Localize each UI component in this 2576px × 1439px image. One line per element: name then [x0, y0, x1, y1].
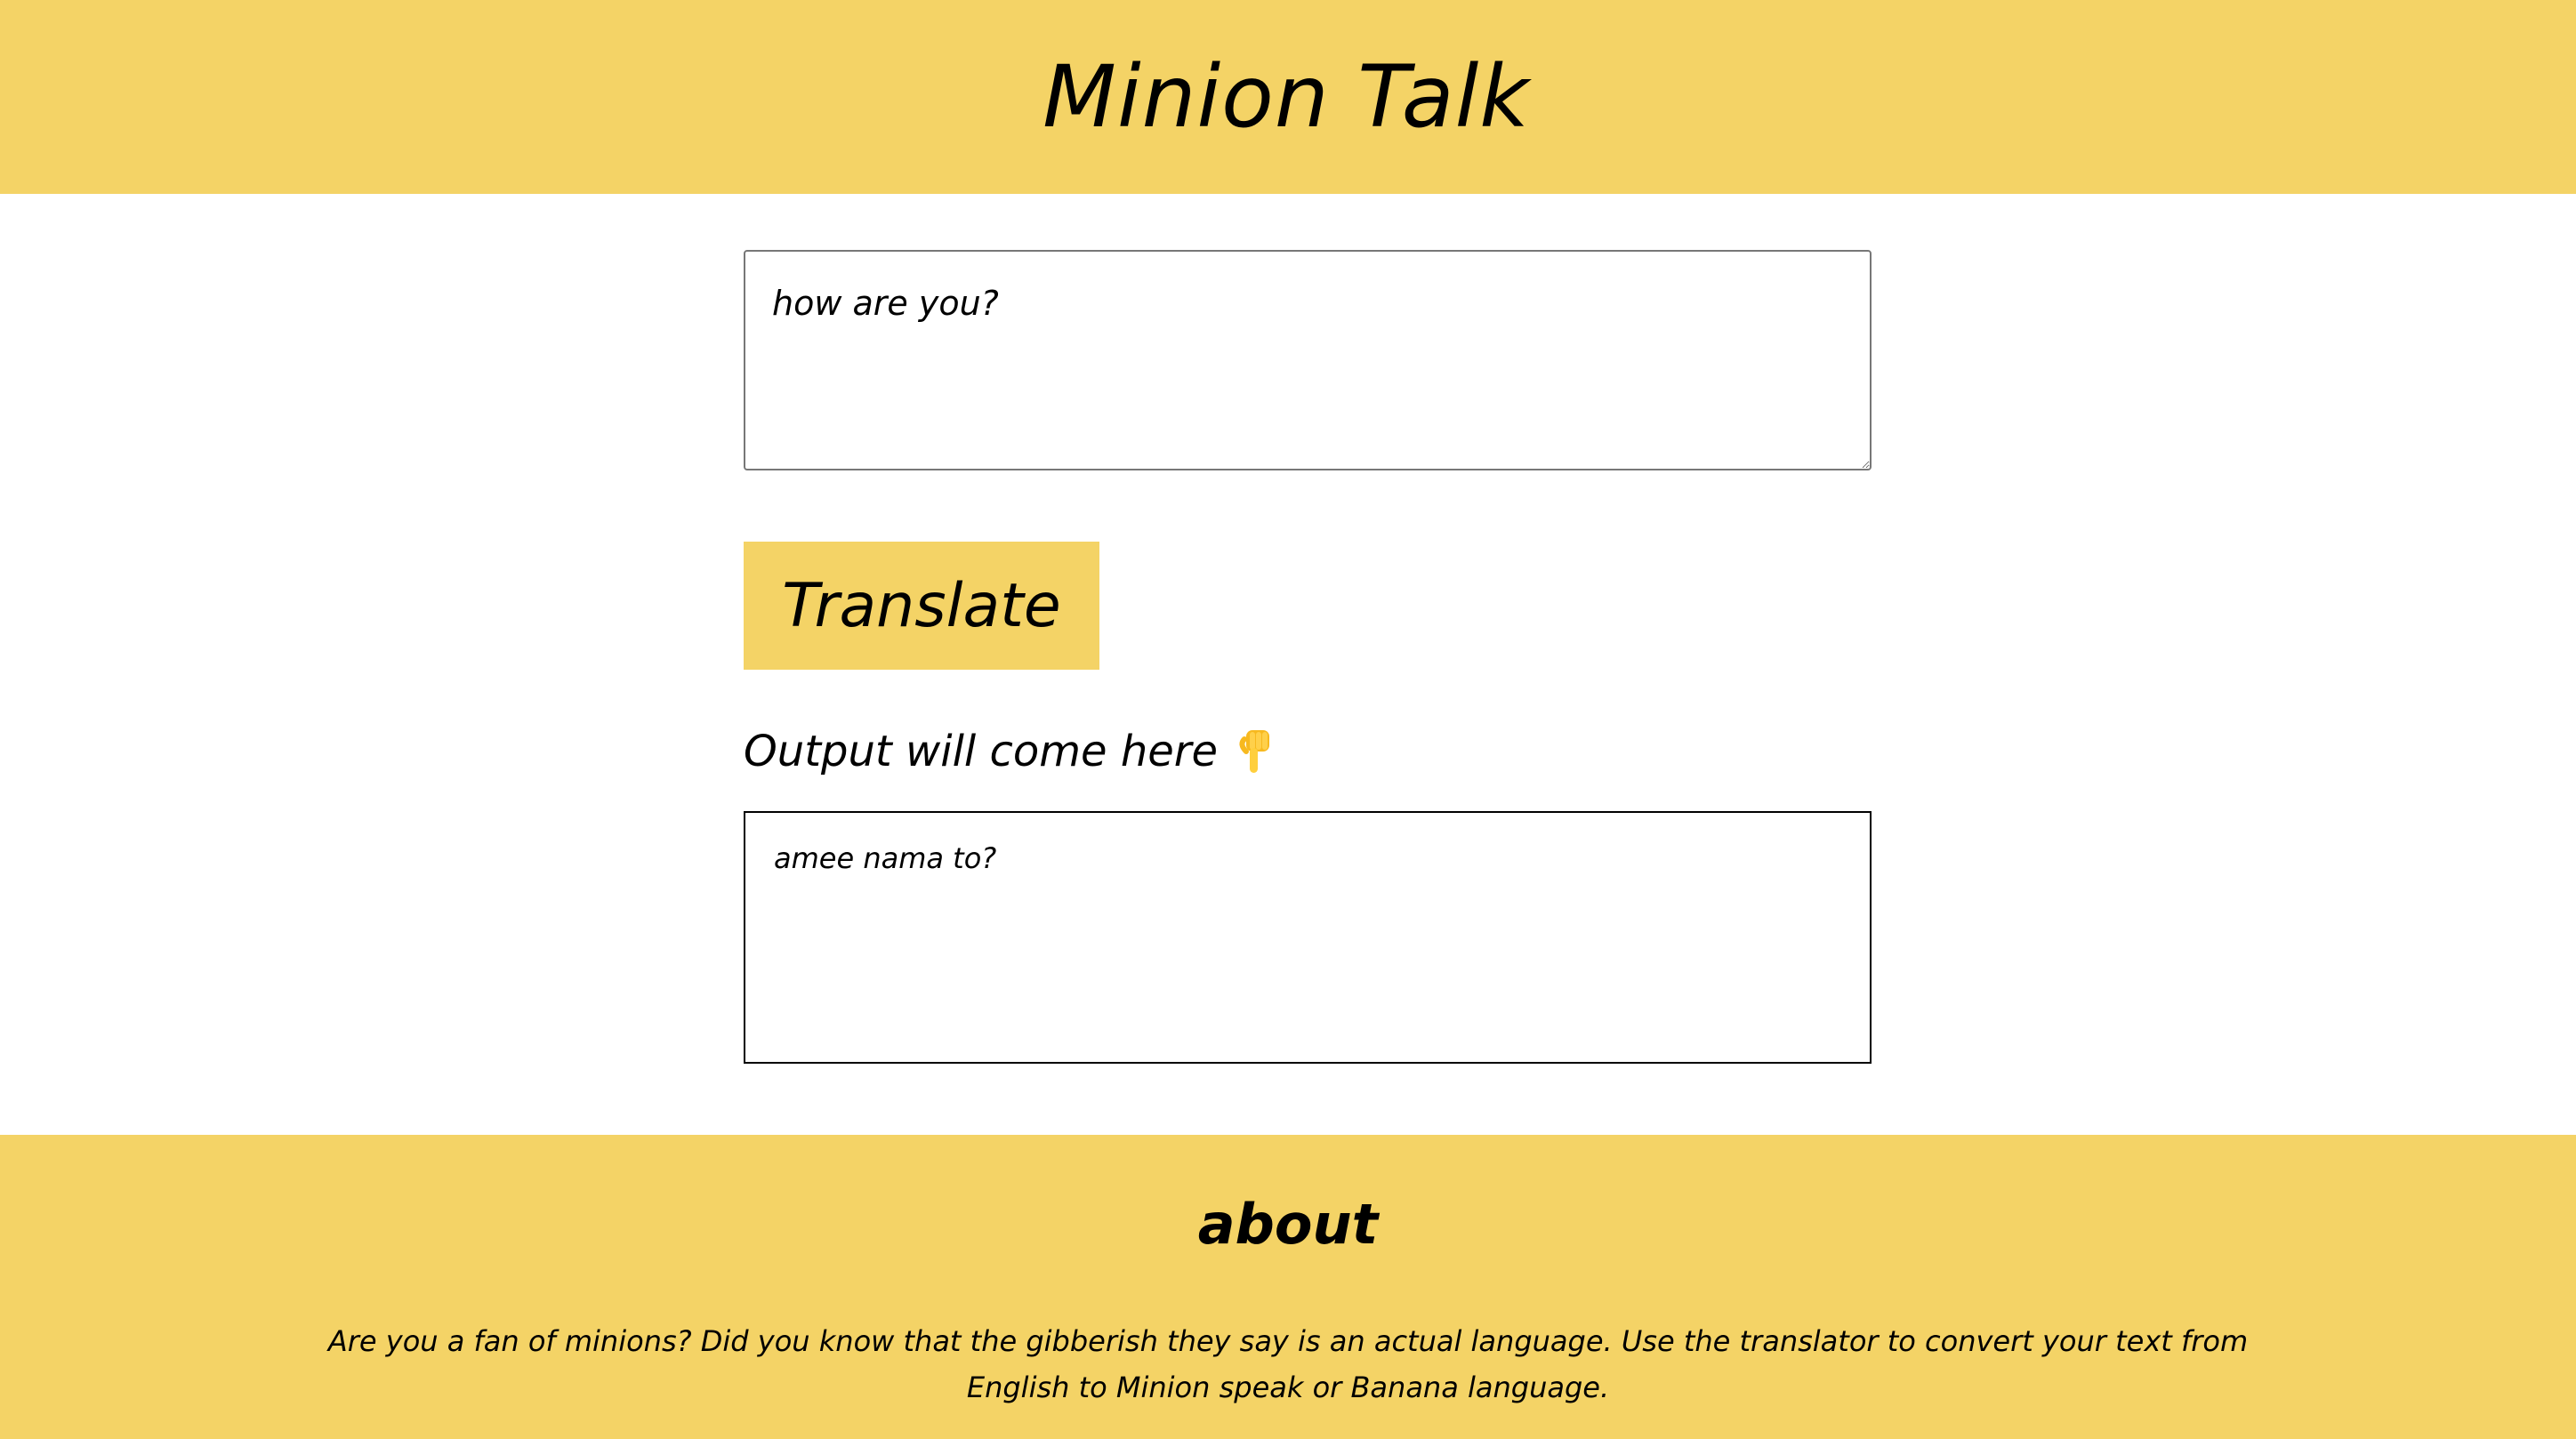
- translate-button[interactable]: Translate: [744, 542, 1099, 670]
- site-header: Minion Talk: [0, 0, 2576, 194]
- input-textarea[interactable]: how are you?: [744, 250, 1872, 470]
- output-box: amee nama to?: [744, 811, 1872, 1064]
- translator-section: how are you? Translate Output will come …: [744, 250, 1872, 1064]
- page-title: Minion Talk: [1042, 47, 1530, 147]
- about-heading: about: [1197, 1192, 1379, 1257]
- pointing-down-hand-icon: [1237, 727, 1276, 776]
- output-label: Output will come here: [744, 727, 1219, 776]
- about-description: Are you a fan of minions? Did you know t…: [327, 1324, 2249, 1404]
- output-label-row: Output will come here: [744, 727, 1276, 776]
- about-footer: about Are you a fan of minions? Did you …: [0, 1135, 2576, 1439]
